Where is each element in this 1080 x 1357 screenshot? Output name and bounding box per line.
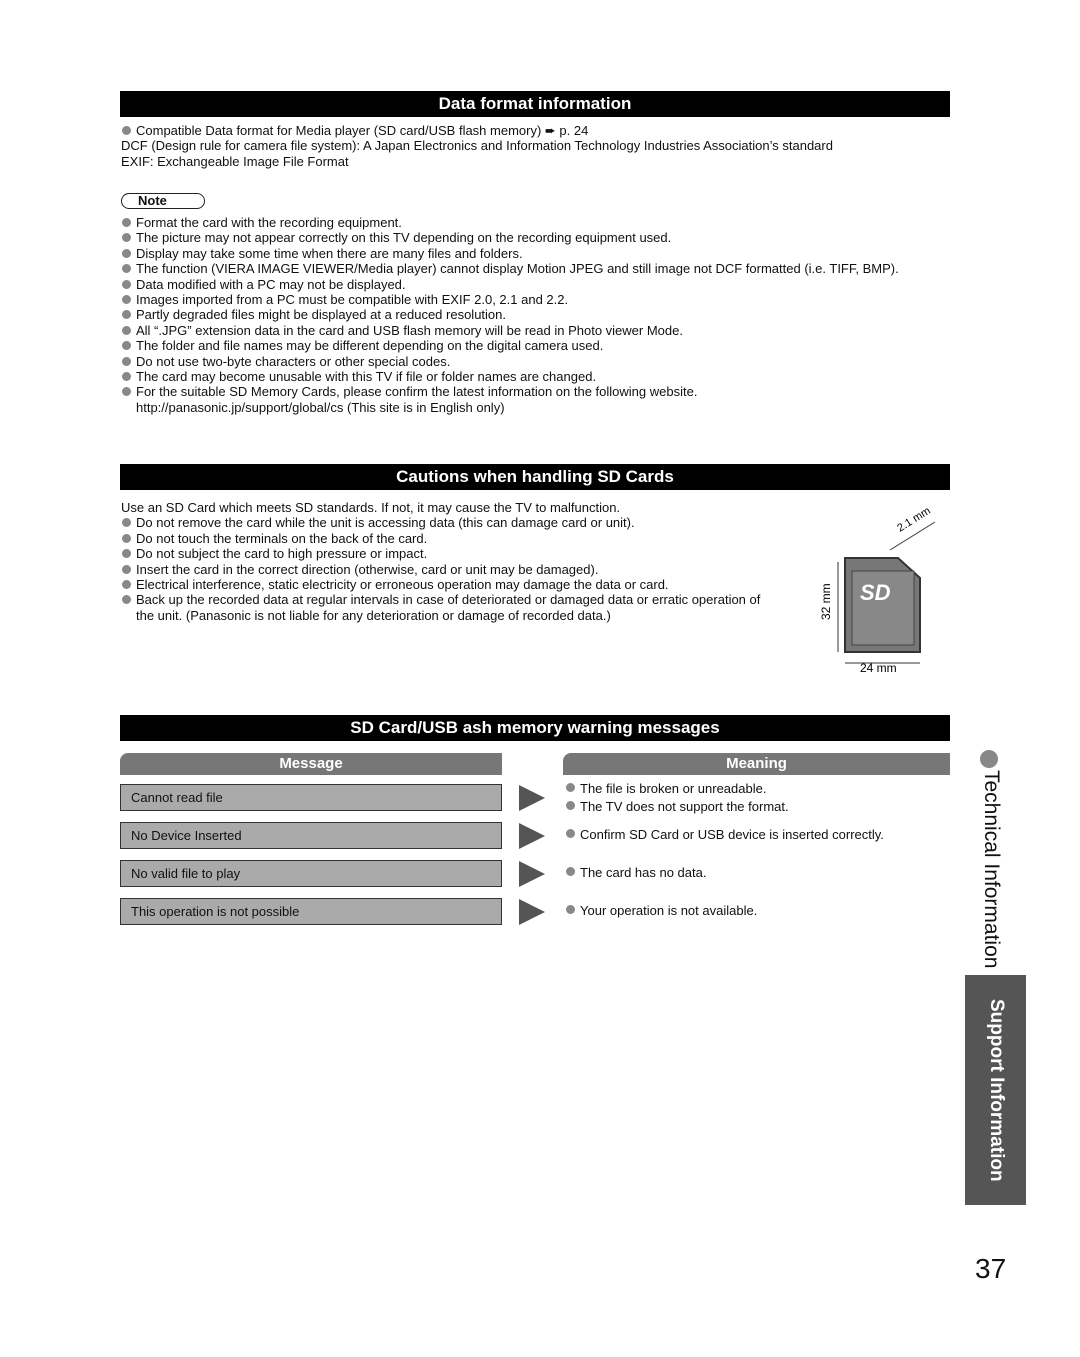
intro-bullet: Compatible Data format for Media player … bbox=[121, 123, 951, 138]
note-item: The function (VIERA IMAGE VIEWER/Media p… bbox=[121, 261, 951, 276]
caution-item: Insert the card in the correct direction… bbox=[121, 562, 771, 577]
note-item: For the suitable SD Memory Cards, please… bbox=[121, 384, 951, 399]
note-item: Images imported from a PC must be compat… bbox=[121, 292, 951, 307]
note-label: Note bbox=[121, 193, 205, 209]
meaning-item: The card has no data. bbox=[565, 864, 706, 882]
meaning-cell: Confirm SD Card or USB device is inserte… bbox=[565, 826, 884, 844]
sd-card-diagram: SD 32 mm 24 mm 2.1 mm bbox=[819, 505, 936, 675]
data-format-body: Compatible Data format for Media player … bbox=[121, 123, 951, 169]
caution-item: Do not touch the terminals on the back o… bbox=[121, 531, 771, 546]
message-cell: No valid file to play bbox=[120, 860, 502, 887]
thickness-label: 2.1 mm bbox=[895, 505, 932, 535]
message-cell: No Device Inserted bbox=[120, 822, 502, 849]
meaning-item: Your operation is not available. bbox=[565, 902, 757, 920]
width-label: 24 mm bbox=[860, 661, 897, 675]
note-item: Do not use two-byte characters or other … bbox=[121, 354, 951, 369]
meaning-cell: Your operation is not available. bbox=[565, 902, 757, 920]
notes-list: Format the card with the recording equip… bbox=[121, 215, 951, 415]
arrow-icon bbox=[519, 823, 545, 849]
message-cell: This operation is not possible bbox=[120, 898, 502, 925]
meaning-item: The file is broken or unreadable. bbox=[565, 780, 789, 798]
manual-page: Data format information Compatible Data … bbox=[0, 0, 1080, 1357]
caution-item: Back up the recorded data at regular int… bbox=[121, 592, 771, 623]
arrow-icon bbox=[519, 899, 545, 925]
note-item: Format the card with the recording equip… bbox=[121, 215, 951, 230]
note-item: Partly degraded files might be displayed… bbox=[121, 307, 951, 322]
note-item: Display may take some time when there ar… bbox=[121, 246, 951, 261]
note-item: All “.JPG” extension data in the card an… bbox=[121, 323, 951, 338]
meaning-cell: The file is broken or unreadable. The TV … bbox=[565, 780, 789, 815]
section-bullet-icon bbox=[980, 750, 998, 768]
message-cell: Cannot read file bbox=[120, 784, 502, 811]
message-column-header: Message bbox=[120, 753, 502, 775]
support-tab-label: Support Information bbox=[986, 999, 1007, 1182]
note-item: The card may become unusable with this T… bbox=[121, 369, 951, 384]
meaning-item: Confirm SD Card or USB device is inserte… bbox=[565, 826, 884, 844]
sd-logo: SD bbox=[860, 580, 891, 605]
page-number: 37 bbox=[975, 1253, 1007, 1284]
cautions-header: Cautions when handling SD Cards bbox=[120, 464, 950, 490]
exif-line: EXIF: Exchangeable Image File Format bbox=[121, 153, 349, 169]
caution-item: Do not subject the card to high pressure… bbox=[121, 546, 771, 561]
meaning-item: The TV does not support the format. bbox=[565, 798, 789, 816]
caution-item: Do not remove the card while the unit is… bbox=[121, 515, 771, 530]
warnings-header: SD Card/USB ash memory warning messages bbox=[120, 715, 950, 741]
support-tab[interactable]: Support Information bbox=[965, 975, 1026, 1205]
caution-item: Electrical interference, static electric… bbox=[121, 577, 771, 592]
website-link[interactable]: http://panasonic.jp/support/global/cs (T… bbox=[121, 400, 951, 415]
meaning-column-header: Meaning bbox=[563, 753, 950, 775]
arrow-icon bbox=[519, 861, 545, 887]
data-format-header: Data format information bbox=[120, 91, 950, 117]
note-item: Data modified with a PC may not be displ… bbox=[121, 277, 951, 292]
arrow-icon bbox=[519, 785, 545, 811]
cautions-list: Use an SD Card which meets SD standards.… bbox=[121, 500, 771, 623]
meaning-cell: The card has no data. bbox=[565, 864, 706, 882]
cautions-intro: Use an SD Card which meets SD standards.… bbox=[121, 500, 621, 515]
note-item: The folder and file names may be differe… bbox=[121, 338, 951, 353]
section-label: Technical Information bbox=[980, 770, 1003, 969]
height-label: 32 mm bbox=[819, 583, 833, 620]
note-item: The picture may not appear correctly on … bbox=[121, 230, 951, 245]
dcf-line: DCF (Design rule for camera file system)… bbox=[121, 138, 833, 154]
